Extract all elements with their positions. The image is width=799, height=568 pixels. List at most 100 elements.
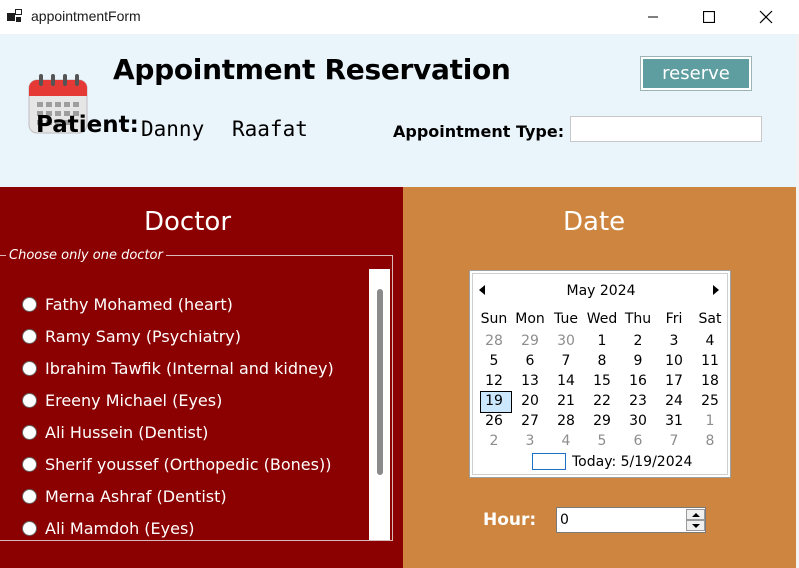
- calendar-day[interactable]: 30: [620, 411, 656, 431]
- calendar-day[interactable]: 3: [512, 431, 548, 451]
- calendar-day[interactable]: 3: [656, 331, 692, 351]
- calendar-day[interactable]: 9: [620, 351, 656, 371]
- radio-button[interactable]: [22, 424, 37, 440]
- calendar-month-label[interactable]: May 2024: [470, 283, 732, 299]
- calendar-day[interactable]: 16: [620, 371, 656, 391]
- calendar-day-number: 10: [665, 353, 683, 369]
- calendar-day[interactable]: 27: [512, 411, 548, 431]
- calendar-day[interactable]: 4: [548, 431, 584, 451]
- doctor-name: Ali Hussein (Dentist): [45, 422, 209, 442]
- calendar-day[interactable]: 7: [656, 431, 692, 451]
- calendar-day[interactable]: 28: [476, 331, 512, 351]
- calendar-day-number: 5: [597, 433, 607, 449]
- patient-first-name: Danny: [141, 117, 205, 141]
- calendar-day[interactable]: 10: [656, 351, 692, 371]
- calendar-day[interactable]: 24: [656, 391, 692, 411]
- radio-button[interactable]: [22, 328, 37, 344]
- calendar-day[interactable]: 2: [476, 431, 512, 451]
- scrollbar-thumb[interactable]: [377, 289, 383, 475]
- radio-button[interactable]: [22, 296, 37, 312]
- calendar-day-number: 16: [629, 373, 647, 389]
- calendar-day[interactable]: 29: [584, 411, 620, 431]
- calendar-day[interactable]: 26: [476, 411, 512, 431]
- calendar-day-number: 1: [597, 333, 607, 349]
- hour-increment-button[interactable]: [686, 509, 705, 520]
- calendar-day[interactable]: 8: [584, 351, 620, 371]
- day-header: Sun: [480, 311, 508, 327]
- calendar-day[interactable]: 11: [692, 351, 728, 371]
- doctor-radio-option[interactable]: Ali Mamdoh (Eyes): [22, 516, 195, 540]
- calendar-day[interactable]: 19: [476, 391, 512, 413]
- maximize-button[interactable]: [680, 0, 738, 34]
- doctor-radio-option[interactable]: Merna Ashraf (Dentist): [22, 484, 227, 508]
- calendar-day[interactable]: 5: [584, 431, 620, 451]
- doctor-radio-option[interactable]: Fathy Mohamed (heart): [22, 292, 233, 316]
- calendar-day[interactable]: 4: [692, 331, 728, 351]
- calendar-day-number: 30: [557, 333, 575, 349]
- calendar-day-number: 12: [485, 373, 503, 389]
- calendar-day[interactable]: 1: [584, 331, 620, 351]
- calendar-day-number: 3: [669, 333, 679, 349]
- doctor-name: Sherif youssef (Orthopedic (Bones)): [45, 454, 332, 474]
- day-header: Fri: [665, 311, 683, 327]
- close-button[interactable]: [737, 0, 795, 34]
- doctor-name: Ibrahim Tawfik (Internal and kidney): [45, 358, 334, 378]
- calendar-day[interactable]: 31: [656, 411, 692, 431]
- radio-button[interactable]: [22, 360, 37, 376]
- calendar-day[interactable]: 21: [548, 391, 584, 411]
- day-header: Tue: [554, 311, 578, 327]
- calendar-day[interactable]: 22: [584, 391, 620, 411]
- today-link[interactable]: Today: 5/19/2024: [532, 453, 692, 470]
- calendar-day[interactable]: 20: [512, 391, 548, 411]
- hour-numeric-input[interactable]: 0: [556, 507, 706, 533]
- hour-value[interactable]: 0: [560, 512, 569, 528]
- calendar-day-number: 15: [593, 373, 611, 389]
- calendar-day-number: 31: [665, 413, 683, 429]
- calendar-day[interactable]: 28: [548, 411, 584, 431]
- calendar-day[interactable]: 17: [656, 371, 692, 391]
- calendar-day[interactable]: 1: [692, 411, 728, 431]
- calendar-day[interactable]: 30: [548, 331, 584, 351]
- calendar-day[interactable]: 5: [476, 351, 512, 371]
- radio-button[interactable]: [22, 488, 37, 504]
- calendar-day[interactable]: 15: [584, 371, 620, 391]
- doctor-radio-option[interactable]: Ali Hussein (Dentist): [22, 420, 208, 444]
- radio-button[interactable]: [22, 456, 37, 472]
- page-title: Appointment Reservation: [113, 53, 511, 86]
- prev-month-icon[interactable]: [479, 285, 485, 295]
- window-title: appointmentForm: [31, 8, 141, 24]
- calendar-day-number: 17: [665, 373, 683, 389]
- minimize-button[interactable]: [624, 0, 682, 34]
- doctor-radio-option[interactable]: Ereeny Michael (Eyes): [22, 388, 222, 412]
- calendar-day[interactable]: 29: [512, 331, 548, 351]
- radio-button[interactable]: [22, 392, 37, 408]
- calendar-day[interactable]: 12: [476, 371, 512, 391]
- appointment-type-input[interactable]: [570, 116, 762, 142]
- up-arrow-icon: [691, 512, 700, 517]
- calendar-day[interactable]: 23: [620, 391, 656, 411]
- calendar-day-number: 11: [701, 353, 719, 369]
- doctor-name: Ramy Samy (Psychiatry): [45, 326, 241, 346]
- calendar-day[interactable]: 25: [692, 391, 728, 411]
- next-month-icon[interactable]: [713, 285, 719, 295]
- calendar-day[interactable]: 7: [548, 351, 584, 371]
- doctor-radio-option[interactable]: Sherif youssef (Orthopedic (Bones)): [22, 452, 331, 476]
- doctor-radio-option[interactable]: Ibrahim Tawfik (Internal and kidney): [22, 356, 334, 380]
- doctor-radio-option[interactable]: Ramy Samy (Psychiatry): [22, 324, 241, 348]
- calendar-day[interactable]: 6: [512, 351, 548, 371]
- calendar-day[interactable]: 2: [620, 331, 656, 351]
- reserve-button[interactable]: reserve: [640, 56, 752, 91]
- hour-decrement-button[interactable]: [686, 520, 705, 531]
- calendar-day[interactable]: 14: [548, 371, 584, 391]
- calendar-day[interactable]: 18: [692, 371, 728, 391]
- calendar-week-row: 12 13 14 15 16 17 18: [476, 371, 728, 391]
- radio-button[interactable]: [22, 520, 37, 536]
- month-calendar[interactable]: May 2024 Sun Mon Tue Wed Thu Fri Sat 28 2…: [469, 270, 731, 478]
- calendar-day-number: 2: [489, 433, 499, 449]
- patient-label: Patient:: [36, 112, 139, 138]
- calendar-day[interactable]: 8: [692, 431, 728, 451]
- calendar-day[interactable]: 13: [512, 371, 548, 391]
- calendar-day[interactable]: 6: [620, 431, 656, 451]
- today-label: Today: 5/19/2024: [572, 453, 693, 470]
- calendar-week-row: 19 20 21 22 23 24 25: [476, 391, 728, 413]
